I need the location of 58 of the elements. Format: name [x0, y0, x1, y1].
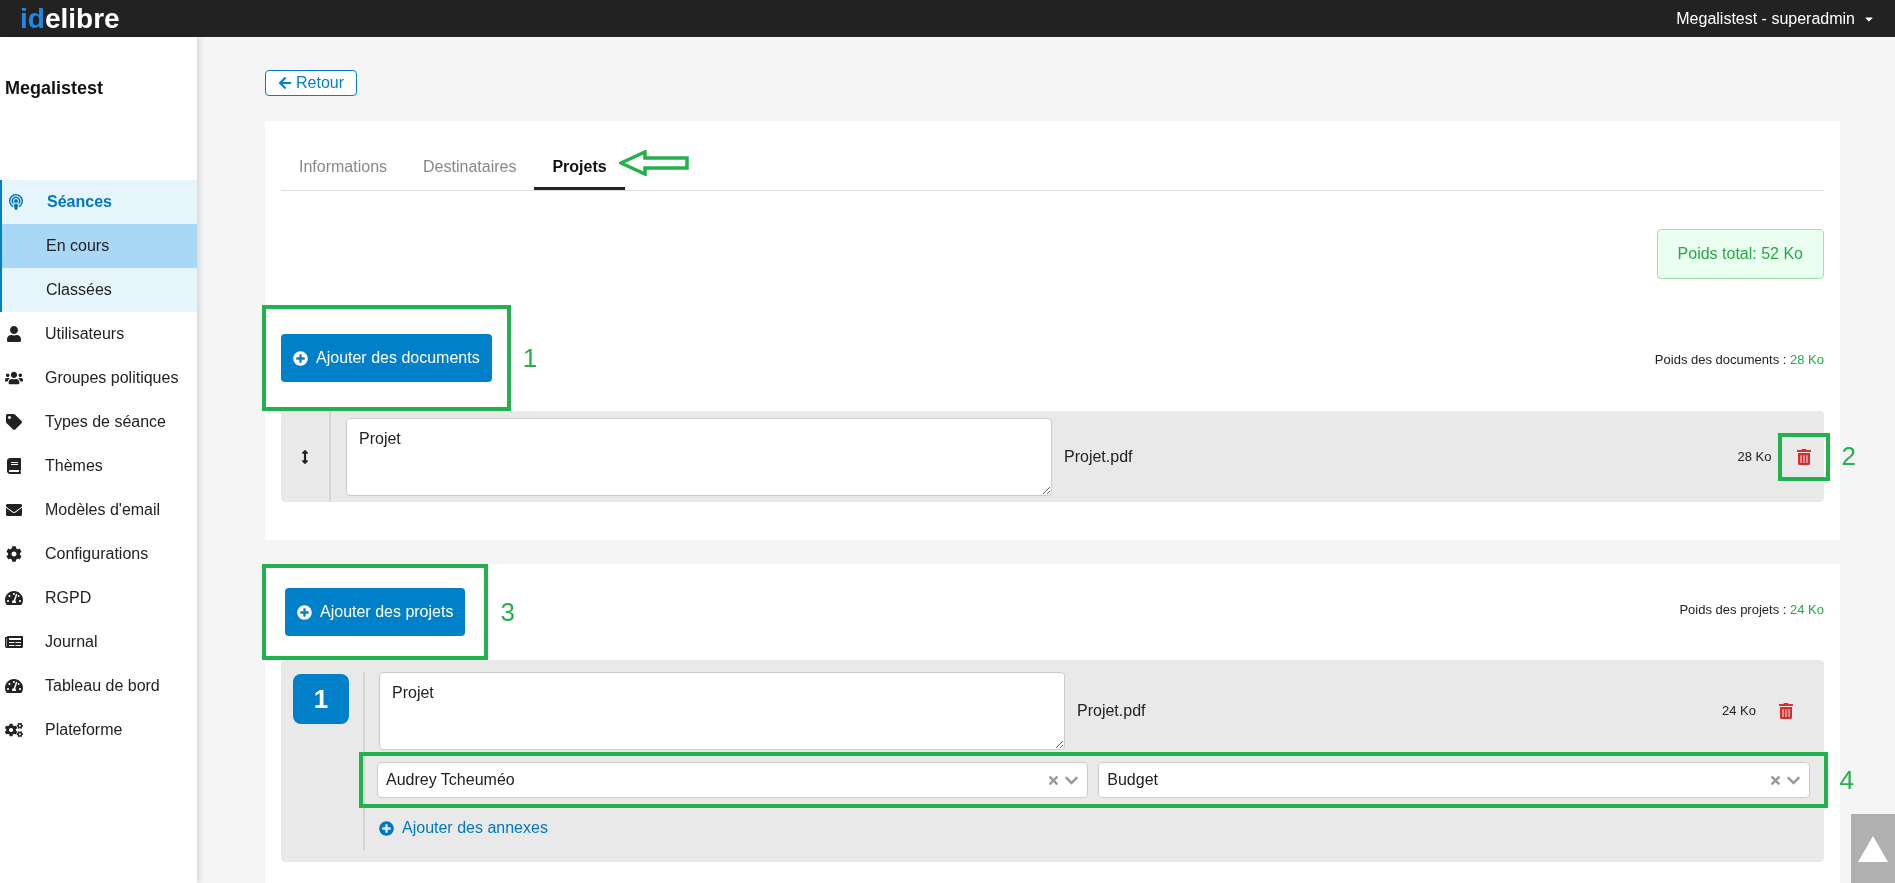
book-icon: [5, 458, 23, 474]
select-field[interactable]: Budget: [1098, 762, 1810, 798]
envelope-icon: [5, 502, 23, 518]
sidebar-title: Megalistest: [4, 77, 105, 100]
user-menu[interactable]: Megalistest - superadmin: [1676, 6, 1875, 31]
newspaper-icon: [5, 634, 23, 650]
trash-icon[interactable]: [1778, 703, 1794, 719]
file-name: Projet.pdf: [1077, 701, 1146, 721]
sidebar-item[interactable]: Journal: [0, 620, 197, 664]
sidebar-item[interactable]: Modèles d'email: [0, 488, 197, 532]
sidebar-item[interactable]: Configurations: [0, 532, 197, 576]
sidebar-item[interactable]: Groupes politiques: [0, 356, 197, 400]
gear-icon: [5, 546, 23, 562]
sidebar-item[interactable]: RGPD: [0, 576, 197, 620]
sidebar-subitem[interactable]: Classées: [2, 268, 197, 312]
annotation-number: 1: [522, 341, 538, 375]
users-icon: [5, 370, 23, 386]
arrow-left-annotation: [618, 150, 689, 176]
annotation-number: 3: [500, 595, 515, 629]
project-number: 1: [293, 674, 349, 724]
title-field[interactable]: Projet: [346, 417, 1052, 496]
weight-text: Poids des documents : 28 Ko: [1654, 350, 1824, 369]
file-name: Projet.pdf: [1064, 446, 1133, 467]
select-field[interactable]: Audrey Tcheuméo: [377, 762, 1089, 798]
sidebar-item[interactable]: Plateforme: [0, 708, 197, 752]
add-annex-link[interactable]: Ajouter des annexes: [379, 816, 548, 840]
user-icon: [5, 326, 23, 342]
trash-icon[interactable]: [1795, 448, 1812, 465]
sidebar-item[interactable]: Thèmes: [0, 444, 197, 488]
gauge-icon: [5, 678, 23, 694]
triangle-up-icon: [1858, 835, 1888, 862]
clear-icon[interactable]: [1047, 773, 1061, 787]
app-logo[interactable]: idelibre: [20, 4, 120, 33]
weight-text: Poids des projets : 24 Ko: [1679, 601, 1824, 619]
back-button[interactable]: Retour: [265, 70, 358, 96]
tab[interactable]: Projets: [534, 147, 625, 190]
sidebar-item[interactable]: Séances: [2, 180, 197, 224]
annotation-number: 2: [1841, 440, 1856, 473]
file-size: 28 Ko: [1737, 447, 1772, 466]
broadcast-icon: [7, 194, 25, 210]
sidebar-subitem[interactable]: En cours: [2, 224, 197, 268]
clear-icon[interactable]: [1768, 773, 1782, 787]
total-weight-badge: Poids total: 52 Ko: [1656, 229, 1824, 279]
tab[interactable]: Destinataires: [405, 147, 535, 190]
add-button[interactable]: Ajouter des projets: [285, 588, 466, 636]
annotation-number: 4: [1839, 763, 1854, 797]
gears-icon: [5, 722, 23, 738]
sidebar-item[interactable]: Types de séance: [0, 400, 197, 444]
scroll-top-button[interactable]: [1851, 814, 1895, 883]
tag-icon: [5, 414, 23, 430]
gauge-icon: [5, 590, 23, 606]
tab[interactable]: Informations: [281, 147, 406, 190]
title-field[interactable]: Projet: [379, 672, 1065, 750]
sidebar-item[interactable]: Utilisateurs: [0, 312, 197, 356]
arrow-left-icon: [278, 76, 292, 90]
add-button[interactable]: Ajouter des documents: [281, 334, 492, 382]
file-size: 24 Ko: [1722, 702, 1756, 721]
sidebar-item[interactable]: Tableau de bord: [0, 664, 197, 708]
